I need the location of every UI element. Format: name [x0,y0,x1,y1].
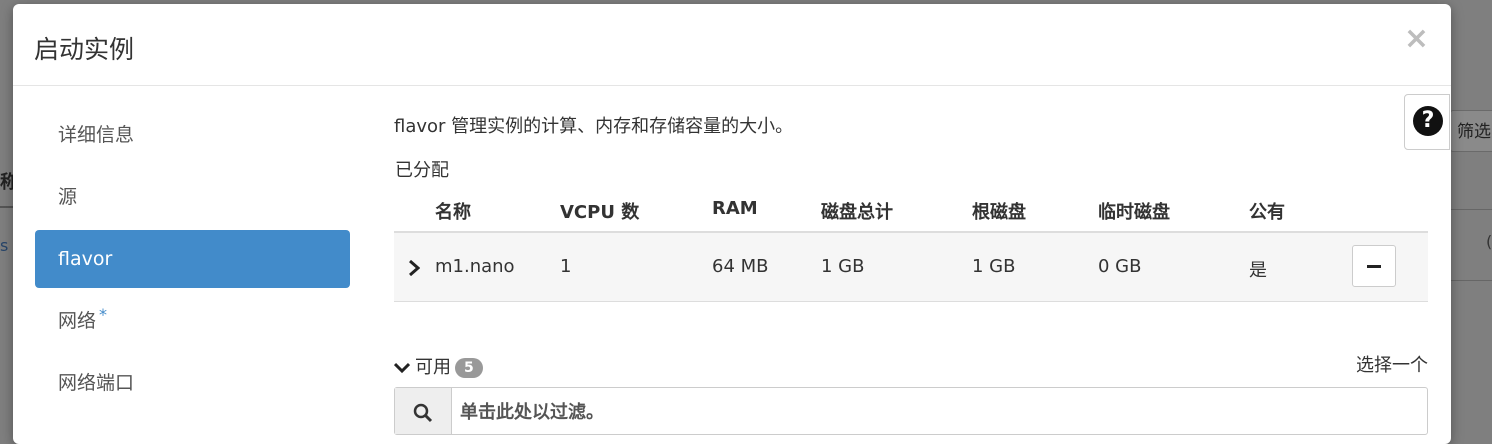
wizard-nav: 详细信息 源 flavor 网络 * 网络端口 [35,106,350,416]
search-addon [395,388,452,434]
column-header-name: 名称 [435,202,471,223]
cell-root-disk: 1 GB [972,256,1016,277]
column-header-disk-total: 磁盘总计 [821,202,893,223]
background-filter-button: 筛选 [1450,110,1492,152]
background-divider-right-2 [1450,280,1492,281]
column-header-ram: RAM [712,198,758,219]
background-divider-right [1450,209,1492,210]
cell-ram: 64 MB [712,256,769,277]
nav-item-label: 网络 [58,310,97,332]
modal-header: 启动实例 × [13,4,1451,86]
column-header-vcpu: VCPU 数 [560,202,640,223]
cell-disk-total: 1 GB [821,256,865,277]
help-button[interactable]: ? [1404,94,1450,150]
nav-item-details[interactable]: 详细信息 [35,106,350,164]
required-marker: * [99,305,108,324]
column-header-public: 公有 [1249,202,1285,223]
nav-item-flavor[interactable]: flavor [35,230,350,288]
allocated-heading: 已分配 [395,160,449,181]
filter-input[interactable] [452,388,1422,436]
close-button[interactable]: × [1404,24,1429,54]
available-section-toggle[interactable]: 可用 5 [393,353,483,379]
background-link-fragment: s [0,236,9,255]
question-icon: ? [1413,106,1443,136]
background-divider [0,206,14,208]
column-header-root-disk: 根磁盘 [972,202,1026,223]
select-one-hint: 选择一个 [1356,355,1428,376]
minus-icon [1367,265,1381,268]
nav-item-label: 网络端口 [58,372,135,394]
nav-item-label: 详细信息 [58,124,135,146]
step-description: flavor 管理实例的计算、内存和存储容量的大小。 [394,116,794,137]
nav-item-label: flavor [58,248,113,270]
chevron-right-icon[interactable] [408,259,421,281]
nav-item-network-ports[interactable]: 网络端口 [35,354,350,412]
flavor-step-content: flavor 管理实例的计算、内存和存储容量的大小。 已分配 名称 VCPU 数… [393,99,1428,436]
modal-title: 启动实例 [34,35,135,64]
cell-vcpu: 1 [560,256,572,277]
launch-instance-modal: 启动实例 × 详细信息 源 flavor 网络 * 网络端口 flavor 管理实… [13,4,1451,444]
deallocate-button[interactable] [1352,245,1396,287]
column-header-ephemeral-disk: 临时磁盘 [1098,202,1170,223]
cell-ephemeral-disk: 0 GB [1098,256,1142,277]
nav-item-network[interactable]: 网络 * [35,292,350,350]
available-count-badge: 5 [455,358,483,378]
table-row: m1.nano 1 64 MB 1 GB 1 GB 0 GB 是 [394,233,1428,302]
search-icon [413,403,433,423]
nav-item-source[interactable]: 源 [35,168,350,226]
allocated-table-header: 名称 VCPU 数 RAM 磁盘总计 根磁盘 临时磁盘 公有 [394,186,1428,233]
filter-bar [394,387,1428,436]
background-text-fragment: ( [1486,232,1492,251]
cell-name: m1.nano [435,256,515,277]
available-heading: 可用 [415,357,451,378]
cell-public: 是 [1249,260,1267,281]
nav-item-label: 源 [58,186,78,208]
chevron-down-icon [393,358,411,379]
